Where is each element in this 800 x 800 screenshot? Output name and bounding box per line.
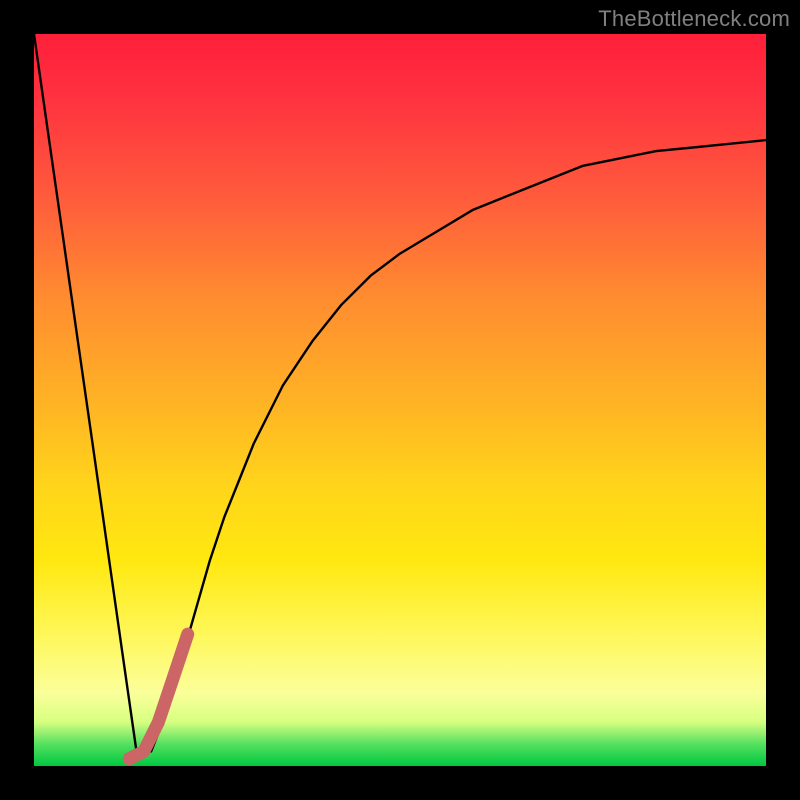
curve-layer — [34, 34, 766, 766]
highlight-segment — [129, 634, 188, 759]
chart-frame: TheBottleneck.com — [0, 0, 800, 800]
plot-area — [34, 34, 766, 766]
bottleneck-curve — [34, 34, 766, 751]
watermark-text: TheBottleneck.com — [598, 6, 790, 32]
